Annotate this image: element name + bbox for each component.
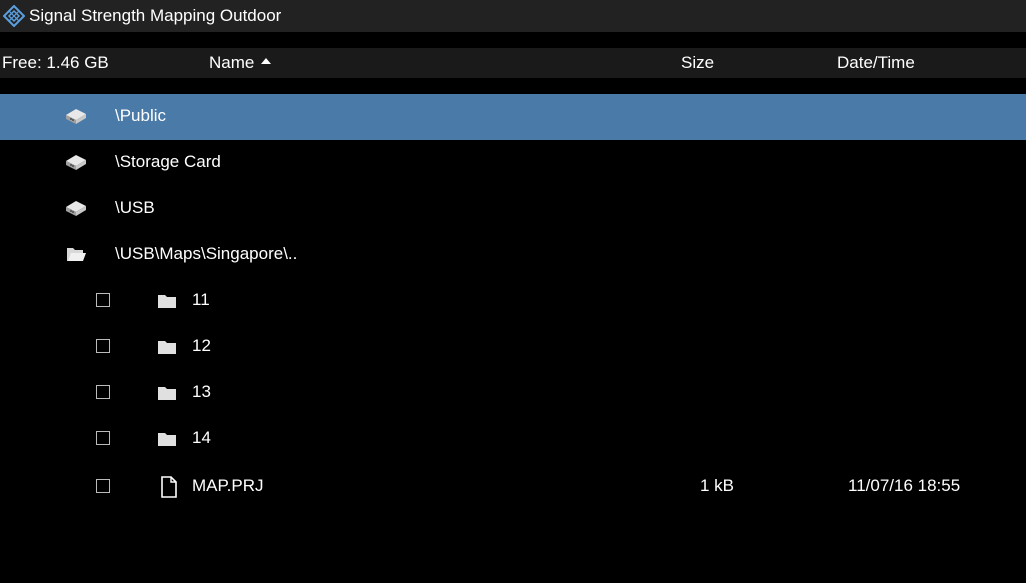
drive-item-storage-card[interactable]: \Storage Card bbox=[0, 140, 1026, 186]
item-date: 11/07/16 18:55 bbox=[848, 476, 961, 495]
name-column-label: Name bbox=[209, 53, 255, 72]
column-header-bar: Free: 1.46 GB Name Size Date/Time bbox=[0, 48, 1026, 78]
date-column-header[interactable]: Date/Time bbox=[837, 53, 915, 73]
item-name: MAP.PRJ bbox=[192, 476, 264, 495]
item-name: 13 bbox=[192, 382, 211, 401]
free-space-label: Free: 1.46 GB bbox=[2, 53, 109, 72]
drive-item-public[interactable]: \Public bbox=[0, 94, 1026, 140]
drive-label: \Storage Card bbox=[115, 152, 221, 171]
folder-icon bbox=[158, 295, 176, 308]
window-title: Signal Strength Mapping Outdoor bbox=[29, 6, 282, 25]
item-checkbox[interactable] bbox=[96, 339, 110, 353]
item-size: 1 kB bbox=[700, 476, 735, 495]
drive-item-usb[interactable]: \USB bbox=[0, 186, 1026, 232]
list-item-file-map-prj[interactable]: MAP.PRJ 1 kB 11/07/16 18:55 bbox=[0, 464, 1026, 510]
folder-icon bbox=[158, 341, 176, 354]
folder-icon bbox=[158, 387, 176, 400]
item-checkbox[interactable] bbox=[96, 385, 110, 399]
list-item-folder-12[interactable]: 12 bbox=[0, 324, 1026, 370]
app-logo-icon bbox=[3, 5, 25, 27]
item-checkbox[interactable] bbox=[96, 293, 110, 307]
list-item-folder-14[interactable]: 14 bbox=[0, 416, 1026, 462]
drive-icon bbox=[66, 109, 86, 124]
folder-path-label: \USB\Maps\Singapore\.. bbox=[115, 244, 298, 263]
item-name: 11 bbox=[192, 290, 210, 309]
file-icon bbox=[161, 476, 177, 498]
item-checkbox[interactable] bbox=[96, 479, 110, 493]
drive-label: \USB bbox=[115, 198, 155, 217]
item-checkbox[interactable] bbox=[96, 431, 110, 445]
drive-icon bbox=[66, 155, 86, 170]
drive-icon bbox=[66, 201, 86, 216]
parent-folder-item[interactable]: \USB\Maps\Singapore\.. bbox=[0, 232, 1026, 278]
drive-label: \Public bbox=[115, 106, 167, 125]
item-name: 12 bbox=[192, 336, 211, 355]
name-column-header[interactable]: Name bbox=[209, 53, 272, 73]
folder-icon bbox=[158, 433, 176, 446]
item-name: 14 bbox=[192, 428, 211, 447]
list-item-folder-13[interactable]: 13 bbox=[0, 370, 1026, 416]
list-item-folder-11[interactable]: 11 bbox=[0, 278, 1026, 324]
sort-ascending-icon bbox=[261, 58, 272, 64]
size-column-header[interactable]: Size bbox=[681, 53, 714, 73]
open-folder-icon bbox=[67, 248, 86, 261]
title-bar: Signal Strength Mapping Outdoor bbox=[0, 0, 1026, 32]
